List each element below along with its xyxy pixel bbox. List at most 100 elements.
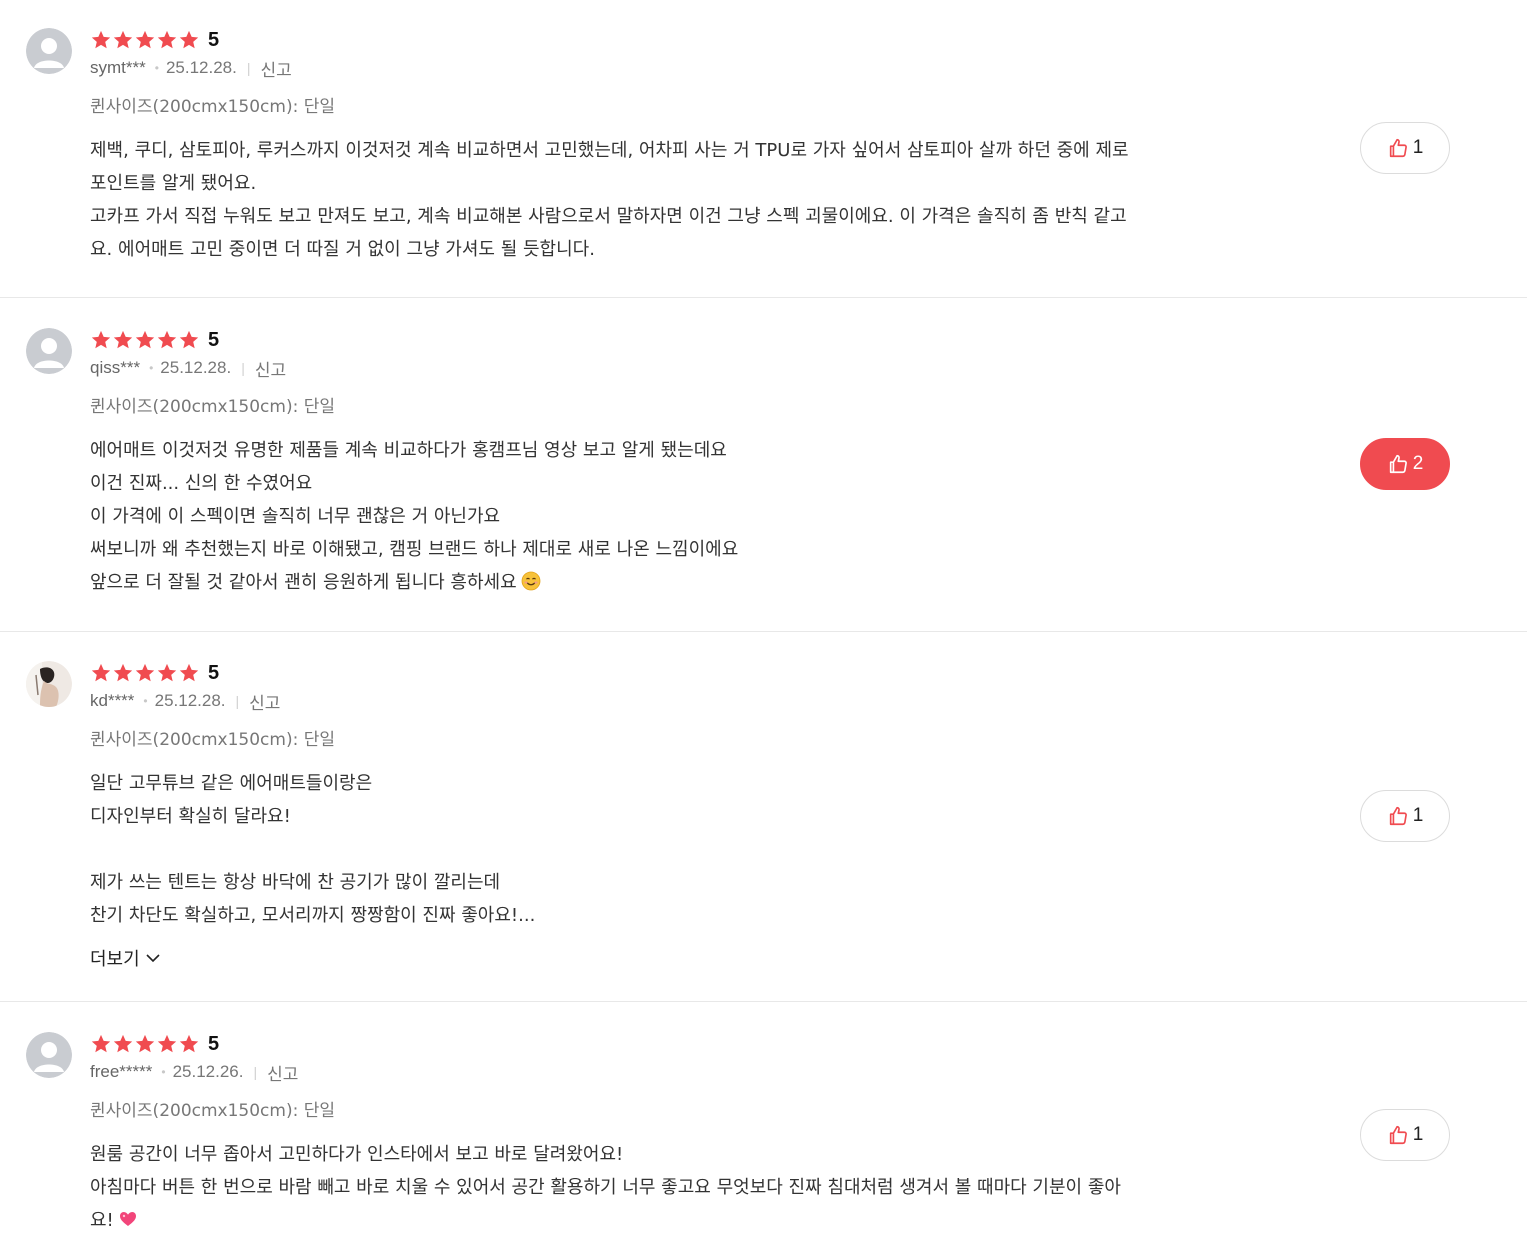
smiling-face-emoji-icon [521, 571, 541, 591]
purchase-option: 퀸사이즈(200cmx150cm): 단일 [90, 397, 336, 417]
show-more-label: 더보기 [90, 949, 140, 970]
star-icon [91, 1034, 111, 1053]
review-meta: qiss*** • 25.12.28. | 신고 [90, 356, 286, 381]
star-rating [90, 329, 200, 351]
review-meta: symt*** • 25.12.28. | 신고 [90, 56, 292, 81]
meta-dot: • [154, 61, 159, 75]
report-link[interactable]: 신고 [260, 56, 291, 81]
reviewer-name: symt*** [90, 58, 146, 77]
rating-score: 5 [208, 1033, 220, 1055]
review-text-line: 원룸 공간이 너무 좁아서 고민하다가 인스타에서 보고 바로 달려왔어요! [90, 1144, 624, 1165]
review-date: 25.12.26. [172, 1062, 244, 1081]
review-text: 원룸 공간이 너무 좁아서 고민하다가 인스타에서 보고 바로 달려왔어요! 아… [90, 1138, 1290, 1237]
like-count: 1 [1412, 805, 1424, 826]
review-meta: free***** • 25.12.26. | 신고 [90, 1060, 298, 1085]
review-date: 25.12.28. [154, 691, 226, 710]
rating-score: 5 [208, 662, 220, 684]
review-text-line: 이건 진짜... 신의 한 수였어요 [90, 473, 313, 494]
review-meta: kd**** • 25.12.28. | 신고 [90, 689, 280, 714]
heart-emoji-icon [119, 1212, 136, 1226]
star-rating [90, 662, 200, 684]
default-avatar-icon [26, 28, 72, 74]
purchase-option: 퀸사이즈(200cmx150cm): 단일 [90, 730, 336, 750]
thumbs-up-icon [1389, 806, 1407, 826]
like-button[interactable]: 1 [1360, 1109, 1450, 1161]
default-avatar-icon [26, 328, 72, 374]
report-link[interactable]: 신고 [255, 356, 286, 381]
report-link[interactable]: 신고 [267, 1060, 298, 1085]
star-icon [91, 30, 111, 49]
reviewer-name: kd**** [90, 691, 135, 710]
review-date: 25.12.28. [165, 58, 237, 77]
user-photo-avatar [26, 661, 72, 707]
purchase-option: 퀸사이즈(200cmx150cm): 단일 [90, 97, 336, 117]
star-icon [157, 663, 177, 682]
star-icon [179, 1034, 199, 1053]
meta-dot: • [143, 694, 148, 708]
default-avatar-icon [26, 1032, 72, 1078]
show-more-button[interactable]: 더보기 [90, 944, 162, 972]
star-icon [135, 663, 155, 682]
reviewer-name: qiss*** [90, 358, 141, 377]
star-icon [179, 30, 199, 49]
star-rating [90, 1033, 200, 1055]
star-icon [113, 330, 133, 349]
star-icon [91, 663, 111, 682]
thumbs-up-icon [1389, 454, 1407, 474]
star-icon [135, 1034, 155, 1053]
review-text-line: 고카프 가서 직접 누워도 보고 만져도 보고, 계속 비교해본 사람으로서 말… [90, 206, 1127, 227]
like-count: 1 [1412, 137, 1424, 158]
purchase-option: 퀸사이즈(200cmx150cm): 단일 [90, 1101, 336, 1121]
review-text-line: 요. 에어매트 고민 중이면 더 따질 거 없이 그냥 가셔도 될 듯합니다. [90, 239, 595, 260]
chevron-down-icon [146, 954, 160, 963]
rating-score: 5 [208, 329, 220, 351]
review-text-line: 포인트를 알게 됐어요. [90, 173, 257, 194]
like-count: 1 [1412, 1124, 1424, 1145]
star-icon [157, 30, 177, 49]
star-icon [179, 663, 199, 682]
review-text-line: 찬기 차단도 확실하고, 모서리까지 짱짱함이 진짜 좋아요!... [90, 905, 536, 926]
review-divider [0, 1001, 1527, 1002]
review-text-line: 에어매트 이것저것 유명한 제품들 계속 비교하다가 홍캠프님 영상 보고 알게… [90, 440, 727, 461]
thumbs-up-icon [1389, 1125, 1407, 1145]
like-button[interactable]: 2 [1360, 438, 1450, 490]
star-icon [157, 330, 177, 349]
reviewer-name: free***** [90, 1062, 153, 1081]
meta-separator: | [253, 1064, 258, 1080]
review-text-line: 앞으로 더 잘될 것 같아서 괜히 응원하게 됩니다 흥하세요 [90, 572, 517, 593]
rating-score: 5 [208, 29, 220, 51]
star-icon [179, 330, 199, 349]
star-icon [113, 663, 133, 682]
review-text-line [90, 833, 1290, 866]
review-text-line: 요! [90, 1210, 114, 1231]
star-icon [135, 30, 155, 49]
meta-dot: • [161, 1065, 166, 1079]
review-text-line-with-emoji: 앞으로 더 잘될 것 같아서 괜히 응원하게 됩니다 흥하세요 [90, 566, 1290, 599]
star-icon [113, 1034, 133, 1053]
star-icon [157, 1034, 177, 1053]
thumbs-up-icon [1389, 138, 1407, 158]
review-divider [0, 631, 1527, 632]
meta-separator: | [241, 360, 245, 376]
star-icon [135, 330, 155, 349]
like-count: 2 [1412, 453, 1424, 474]
like-button[interactable]: 1 [1360, 790, 1450, 842]
star-icon [113, 30, 133, 49]
review-text: 제백, 쿠디, 삼토피아, 루커스까지 이것저것 계속 비교하면서 고민했는데,… [90, 134, 1290, 266]
review-text-line: 일단 고무튜브 같은 에어매트들이랑은 [90, 773, 373, 794]
review-text-line: 아침마다 버튼 한 번으로 바람 빼고 바로 치울 수 있어서 공간 활용하기 … [90, 1177, 1121, 1198]
meta-separator: | [235, 693, 240, 709]
meta-separator: | [246, 60, 251, 76]
review-list: 5 symt*** • 25.12.28. | 신고 퀸사이즈(200cmx15… [0, 0, 1527, 1249]
report-link[interactable]: 신고 [249, 689, 280, 714]
like-button[interactable]: 1 [1360, 122, 1450, 174]
review-divider [0, 297, 1527, 298]
review-text: 일단 고무튜브 같은 에어매트들이랑은 디자인부터 확실히 달라요! 제가 쓰는… [90, 767, 1290, 932]
review-date: 25.12.28. [160, 358, 232, 377]
review-text-line: 제가 쓰는 텐트는 항상 바닥에 찬 공기가 많이 깔리는데 [90, 872, 501, 893]
meta-dot: • [149, 361, 154, 375]
review-text-line: 써보니까 왜 추천했는지 바로 이해됐고, 캠핑 브랜드 하나 제대로 새로 나… [90, 539, 739, 560]
review-text-line: 디자인부터 확실히 달라요! [90, 806, 291, 827]
star-rating [90, 29, 200, 51]
review-text: 에어매트 이것저것 유명한 제품들 계속 비교하다가 홍캠프님 영상 보고 알게… [90, 434, 1290, 599]
